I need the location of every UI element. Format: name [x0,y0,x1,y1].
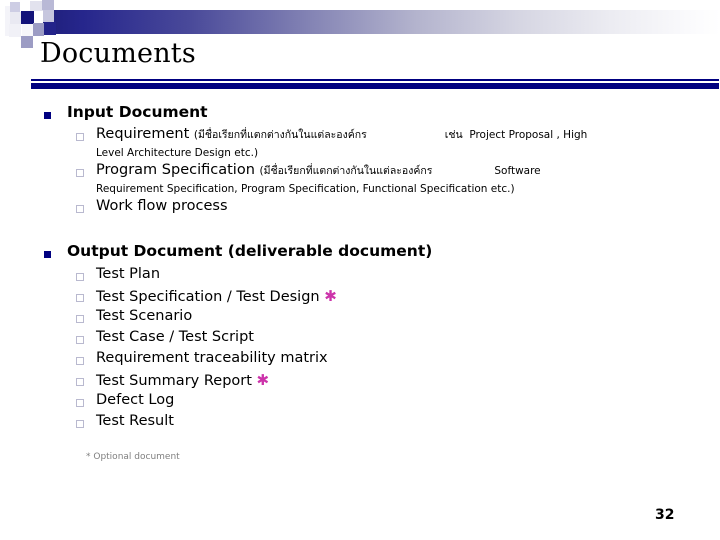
list-item-label: Requirement traceability matrix [96,350,328,366]
list-item-label: Requirement [96,126,194,142]
list-item-test-plan: Test Plan [76,266,160,284]
list-item-examples: Software [494,165,541,177]
square-bullet-icon [44,251,51,258]
section-heading-label: Input Document [67,103,208,121]
hollow-square-bullet-icon [76,169,84,177]
list-item-requirement: Requirement (มีชื่อเรียกที่แตกต่างกันในแ… [76,126,716,161]
hollow-square-bullet-icon [76,315,84,323]
list-item-thai-note: (มีชื่อเรียกที่แตกต่างกันในแต่ละองค์กร [259,165,433,177]
list-item-test-summary-report: Test Summary Report ✱ [76,371,269,391]
hollow-square-bullet-icon [76,133,84,141]
list-item-thai-eg: เช่น [444,129,463,141]
hollow-square-bullet-icon [76,357,84,365]
slide-content: Input Document Requirement (มีชื่อเรียกท… [0,0,720,540]
square-bullet-icon [44,112,51,119]
list-item-defect-log: Defect Log [76,392,174,410]
hollow-square-bullet-icon [76,294,84,302]
list-item-label: Test Plan [96,266,161,282]
list-item-label: Defect Log [96,392,175,408]
section-heading-label: Output Document (deliverable document) [67,242,433,260]
list-item-continuation: Level Architecture Design etc.) [96,146,259,159]
hollow-square-bullet-icon [76,378,84,386]
list-item-label: Test Scenario [96,308,193,324]
page-number: 32 [655,507,675,523]
list-item-label: Test Specification / Test Design [96,289,320,305]
list-item-work-flow-process: Work flow process [76,198,228,216]
hollow-square-bullet-icon [76,273,84,281]
list-item-label: Test Summary Report [96,373,252,389]
list-item-requirement-traceability-matrix: Requirement traceability matrix [76,350,328,368]
footnote: * Optional document [86,452,180,462]
list-item-label: Work flow process [96,198,228,214]
list-item-label: Test Result [96,413,174,429]
list-item-label: Test Case / Test Script [96,329,254,345]
list-item-test-scenario: Test Scenario [76,308,192,326]
hollow-square-bullet-icon [76,336,84,344]
hollow-square-bullet-icon [76,205,84,213]
hollow-square-bullet-icon [76,399,84,407]
list-item-program-specification: Program Specification (มีชื่อเรียกที่แตก… [76,162,716,197]
list-item-test-case: Test Case / Test Script [76,329,254,347]
optional-asterisk-icon: ✱ [324,287,337,305]
hollow-square-bullet-icon [76,420,84,428]
list-item-examples: Project Proposal , High [469,129,588,141]
list-item-label: Program Specification [96,162,260,178]
optional-asterisk-icon: ✱ [256,371,270,389]
list-item-test-result: Test Result [76,413,174,431]
section-heading-input-document: Input Document [44,103,208,121]
list-item-test-specification: Test Specification / Test Design ✱ [76,287,337,307]
list-item-continuation: Requirement Specification, Program Speci… [96,182,515,195]
section-heading-output-document: Output Document (deliverable document) [44,242,433,260]
list-item-thai-note: (มีชื่อเรียกที่แตกต่างกันในแต่ละองค์กร [193,129,367,141]
